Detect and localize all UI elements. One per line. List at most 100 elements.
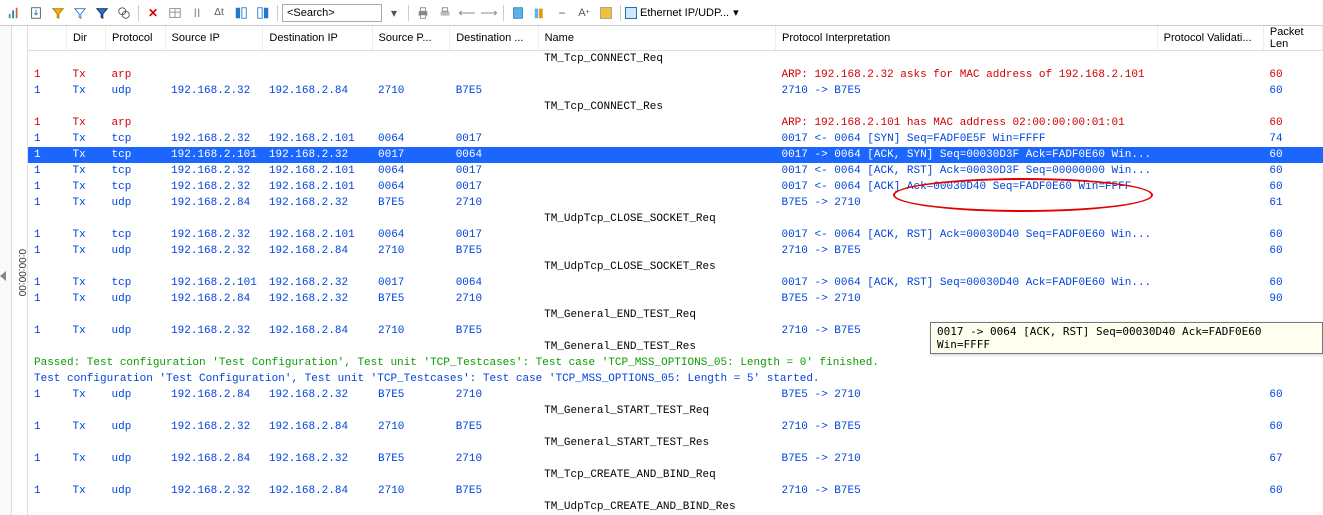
col-protocol[interactable]: Protocol	[106, 26, 166, 51]
log-message: Test configuration 'Test Configuration',…	[28, 371, 1323, 387]
cell-plen: 90	[1263, 291, 1322, 307]
table-row[interactable]: 1Txtcp192.168.2.32192.168.2.101006400170…	[28, 179, 1323, 195]
table-row[interactable]: TM_UdpTcp_CLOSE_SOCKET_Req	[28, 211, 1323, 227]
col-dir[interactable]: Dir	[66, 26, 105, 51]
delete-icon[interactable]: ✕	[143, 3, 163, 23]
prev-icon[interactable]: ⟵	[457, 3, 477, 23]
search-dropdown-icon[interactable]: ▾	[384, 3, 404, 23]
table-row[interactable]: 1Txtcp192.168.2.101192.168.2.32001700640…	[28, 275, 1323, 291]
tooltip: 0017 -> 0064 [ACK, RST] Seq=00030D40 Ack…	[930, 322, 1323, 354]
cell-idx: 1	[28, 275, 66, 291]
cell-name	[538, 419, 775, 435]
cell-idx: 1	[28, 115, 66, 131]
cell-plen: 60	[1263, 163, 1322, 179]
chart-icon[interactable]	[4, 3, 24, 23]
table-row[interactable]: TM_Tcp_CREATE_AND_BIND_Req	[28, 467, 1323, 483]
table-row[interactable]: TM_General_END_TEST_Req	[28, 307, 1323, 323]
cell-sprt: 0064	[372, 131, 450, 147]
table-row[interactable]: TM_General_START_TEST_Res	[28, 435, 1323, 451]
table-row[interactable]: 1Txtcp192.168.2.32192.168.2.101006400170…	[28, 227, 1323, 243]
search-input[interactable]	[282, 4, 382, 22]
layout2-icon[interactable]	[253, 3, 273, 23]
filter2-icon[interactable]	[70, 3, 90, 23]
table-row[interactable]: 1Txtcp192.168.2.32192.168.2.101006400170…	[28, 131, 1323, 147]
header-row[interactable]: Dir Protocol Source IP Destination IP So…	[28, 26, 1323, 51]
cell-dir: Tx	[66, 227, 105, 243]
cell-dir: Tx	[66, 291, 105, 307]
col-proto-interp[interactable]: Protocol Interpretation	[775, 26, 1157, 51]
table-row[interactable]: 1Txudp192.168.2.32192.168.2.842710B7E527…	[28, 419, 1323, 435]
filter3-icon[interactable]	[92, 3, 112, 23]
packet-grid[interactable]: Dir Protocol Source IP Destination IP So…	[28, 26, 1323, 515]
table-row[interactable]: Test configuration 'Test Configuration',…	[28, 371, 1323, 387]
delta-icon[interactable]: Δt	[209, 3, 229, 23]
export-icon[interactable]	[26, 3, 46, 23]
pause-icon[interactable]: II	[187, 3, 207, 23]
table-row[interactable]: 1Txudp192.168.2.84192.168.2.32B7E52710B7…	[28, 387, 1323, 403]
cell-idx: 1	[28, 291, 66, 307]
col-pkt-len[interactable]: Packet Len	[1263, 26, 1322, 51]
table-row[interactable]: TM_UdpTcp_CREATE_AND_BIND_Res	[28, 499, 1323, 515]
cell-sip: 192.168.2.32	[165, 131, 263, 147]
next-icon[interactable]: ⟶	[479, 3, 499, 23]
minus-icon[interactable]: −	[552, 3, 572, 23]
table-icon[interactable]	[165, 3, 185, 23]
printer2-icon[interactable]	[435, 3, 455, 23]
cell-dir: Tx	[66, 83, 105, 99]
table-row[interactable]: Passed: Test configuration 'Test Configu…	[28, 355, 1323, 371]
font-icon[interactable]: A+	[574, 3, 594, 23]
cell-name	[538, 483, 775, 499]
col-dst-port[interactable]: Destination ...	[450, 26, 538, 51]
event-name: TM_UdpTcp_CLOSE_SOCKET_Req	[538, 211, 775, 227]
cell-pv	[1157, 451, 1263, 467]
cell-pv	[1157, 179, 1263, 195]
table-row[interactable]: 1Txudp192.168.2.84192.168.2.32B7E52710B7…	[28, 195, 1323, 211]
layout1-icon[interactable]	[231, 3, 251, 23]
col-name[interactable]: Name	[538, 26, 775, 51]
protocol-selector[interactable]: Ethernet IP/UDP... ▾	[625, 6, 739, 19]
cell-pv	[1157, 131, 1263, 147]
cell-sprt: B7E5	[372, 387, 450, 403]
printer-icon[interactable]	[413, 3, 433, 23]
col-dst-ip[interactable]: Destination IP	[263, 26, 372, 51]
col-blank[interactable]	[28, 26, 66, 51]
table-row[interactable]: 1Txtcp192.168.2.32192.168.2.101006400170…	[28, 163, 1323, 179]
cell-idx: 1	[28, 83, 66, 99]
table-row[interactable]: 1TxarpARP: 192.168.2.101 has MAC address…	[28, 115, 1323, 131]
table-row[interactable]: TM_Tcp_CONNECT_Req	[28, 51, 1323, 67]
cell-proto: udp	[106, 243, 166, 259]
table-row[interactable]: 1Txudp192.168.2.32192.168.2.842710B7E527…	[28, 83, 1323, 99]
protocol-square-icon	[625, 7, 637, 19]
table-row[interactable]: 1Txudp192.168.2.84192.168.2.32B7E52710B7…	[28, 291, 1323, 307]
table-row[interactable]: TM_Tcp_CONNECT_Res	[28, 99, 1323, 115]
find-icon[interactable]	[114, 3, 134, 23]
expand-left-icon[interactable]	[0, 271, 6, 281]
cell-dprt: 2710	[450, 387, 538, 403]
cell-sip: 192.168.2.84	[165, 195, 263, 211]
books-icon[interactable]	[530, 3, 550, 23]
col-src-port[interactable]: Source P...	[372, 26, 450, 51]
cell-sip	[165, 115, 263, 131]
color-icon[interactable]	[596, 3, 616, 23]
filter-icon[interactable]	[48, 3, 68, 23]
table-row[interactable]: 1Txudp192.168.2.84192.168.2.32B7E52710B7…	[28, 451, 1323, 467]
table-row[interactable]: 1TxarpARP: 192.168.2.32 asks for MAC add…	[28, 67, 1323, 83]
event-name: TM_Tcp_CONNECT_Res	[538, 99, 775, 115]
event-name: TM_General_END_TEST_Req	[538, 307, 775, 323]
cell-dir: Tx	[66, 419, 105, 435]
cell-plen: 60	[1263, 275, 1322, 291]
book-icon[interactable]	[508, 3, 528, 23]
cell-pi: B7E5 -> 2710	[775, 387, 1157, 403]
col-proto-valid[interactable]: Protocol Validati...	[1157, 26, 1263, 51]
table-row[interactable]: TM_General_START_TEST_Req	[28, 403, 1323, 419]
table-row[interactable]: 1Txudp192.168.2.32192.168.2.842710B7E527…	[28, 243, 1323, 259]
event-name: TM_General_START_TEST_Req	[538, 403, 775, 419]
table-row[interactable]: 1Txtcp192.168.2.101192.168.2.32001700640…	[28, 147, 1323, 163]
table-row[interactable]: TM_UdpTcp_CLOSE_SOCKET_Res	[28, 259, 1323, 275]
cell-idx: 1	[28, 67, 66, 83]
cell-sip: 192.168.2.32	[165, 323, 263, 339]
col-src-ip[interactable]: Source IP	[165, 26, 263, 51]
cell-dir: Tx	[66, 147, 105, 163]
table-row[interactable]: 1Txudp192.168.2.32192.168.2.842710B7E527…	[28, 483, 1323, 499]
cell-sprt: 2710	[372, 323, 450, 339]
